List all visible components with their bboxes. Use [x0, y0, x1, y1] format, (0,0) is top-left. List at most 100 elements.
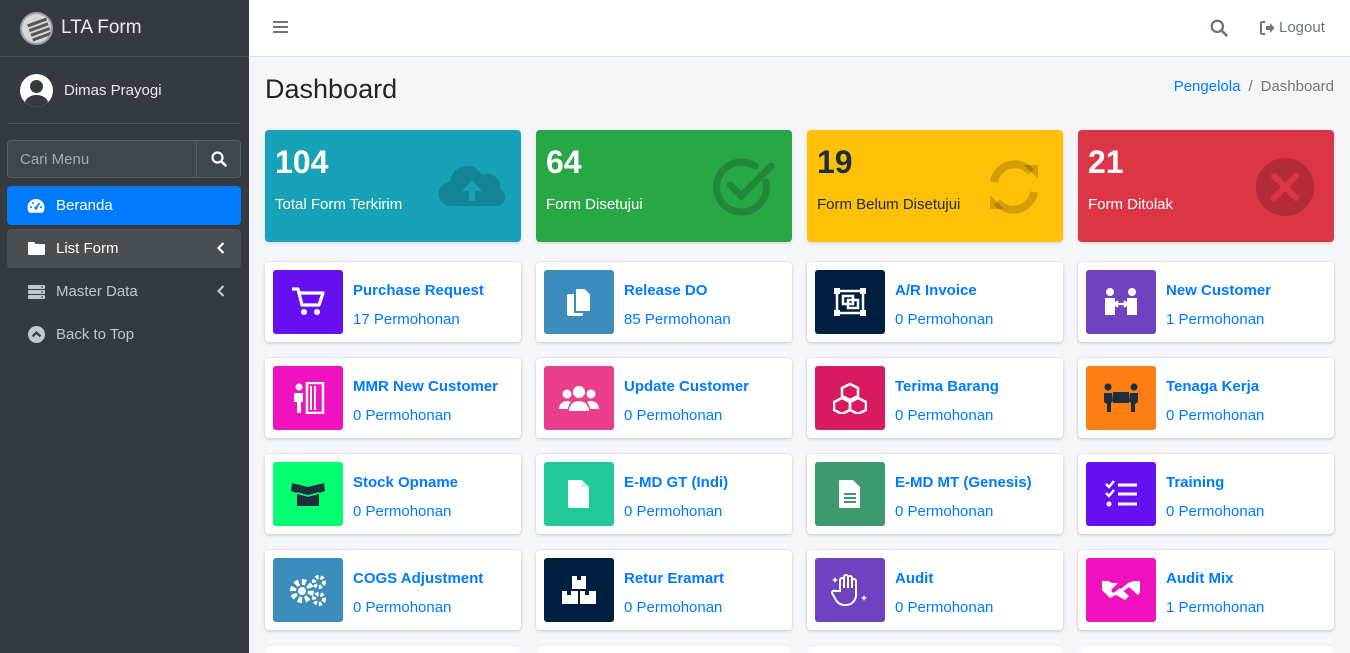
stat-box-form-disetujui[interactable]: 64 Form Disetujui	[536, 130, 792, 242]
sidebar-nav: Beranda List Form Master Data Back to To…	[7, 186, 241, 358]
menu-toggle-icon[interactable]	[273, 21, 288, 35]
form-card-title[interactable]: E-MD MT (Genesis)	[895, 474, 1032, 491]
form-card-title[interactable]: Audit	[895, 570, 933, 587]
breadcrumb: Pengelola / Dashboard	[1174, 78, 1334, 95]
sidebar-item-list-form[interactable]: List Form	[7, 229, 241, 268]
form-card-title[interactable]: COGS Adjustment	[353, 570, 483, 587]
form-card-audit-mix[interactable]: Audit Mix 1 Permohonan	[1078, 550, 1334, 630]
hand-sparkles-icon	[815, 558, 885, 622]
form-card-title[interactable]: Update Customer	[624, 378, 749, 395]
form-card-count[interactable]: 0 Permohonan	[1166, 503, 1264, 520]
form-card-count[interactable]: 0 Permohonan	[895, 407, 993, 424]
form-card-count[interactable]: 85 Permohonan	[624, 311, 731, 328]
form-card-audit[interactable]: Audit 0 Permohonan	[807, 550, 1063, 630]
sidebar-search-input[interactable]	[7, 140, 196, 178]
form-card-mmr-new-customer[interactable]: MMR New Customer 0 Permohonan	[265, 358, 521, 438]
stat-box-form-ditolak[interactable]: 21 Form Ditolak	[1078, 130, 1334, 242]
form-card-cogs-adjustment[interactable]: COGS Adjustment 0 Permohonan	[265, 550, 521, 630]
form-card-partial	[265, 646, 521, 653]
user-avatar-icon	[20, 73, 53, 107]
form-card-title[interactable]: MMR New Customer	[353, 378, 498, 395]
sidebar-item-beranda[interactable]: Beranda	[7, 186, 241, 225]
sidebar-item-master-data[interactable]: Master Data	[7, 272, 241, 311]
brand-link[interactable]: LTA Form	[0, 0, 249, 57]
stat-box-form-belum-disetujui[interactable]: 19 Form Belum Disetujui	[807, 130, 1063, 242]
form-card-count[interactable]: 0 Permohonan	[1166, 407, 1264, 424]
sidebar-search	[7, 140, 241, 178]
sidebar-item-label: Master Data	[56, 283, 138, 300]
breadcrumb-separator: /	[1248, 78, 1253, 95]
brand-logo	[20, 11, 53, 45]
sidebar-item-label: List Form	[56, 240, 119, 257]
topbar: Logout	[249, 0, 1350, 57]
chevron-left-icon	[217, 285, 225, 297]
form-card-count[interactable]: 17 Permohonan	[353, 311, 460, 328]
form-card-emd-gt-indi[interactable]: E-MD GT (Indi) 0 Permohonan	[536, 454, 792, 534]
form-card-count[interactable]: 0 Permohonan	[624, 599, 722, 616]
form-card-count[interactable]: 0 Permohonan	[895, 503, 993, 520]
check-circle-icon	[713, 158, 775, 216]
user-name: Dimas Prayogi	[64, 81, 162, 99]
breadcrumb-link-pengelola[interactable]: Pengelola	[1174, 78, 1241, 95]
form-card-emd-mt-genesis[interactable]: E-MD MT (Genesis) 0 Permohonan	[807, 454, 1063, 534]
handshake-icon	[1086, 558, 1156, 622]
sidebar-search-button[interactable]	[196, 140, 241, 178]
sidebar-item-back-to-top[interactable]: Back to Top	[7, 315, 241, 354]
form-card-new-customer[interactable]: New Customer 1 Permohonan	[1078, 262, 1334, 342]
form-card-title[interactable]: Purchase Request	[353, 282, 484, 299]
file-icon	[544, 462, 614, 526]
cubes-icon	[815, 366, 885, 430]
form-card-count[interactable]: 0 Permohonan	[353, 407, 451, 424]
stat-value: 64	[546, 144, 582, 180]
form-card-count[interactable]: 0 Permohonan	[353, 503, 451, 520]
times-circle-icon	[1256, 158, 1314, 216]
form-card-title[interactable]: Release DO	[624, 282, 707, 299]
sidebar: LTA Form Dimas Prayogi Beranda List Form	[0, 0, 249, 653]
form-card-count[interactable]: 0 Permohonan	[353, 599, 451, 616]
form-card-count[interactable]: 0 Permohonan	[895, 311, 993, 328]
form-card-update-customer[interactable]: Update Customer 0 Permohonan	[536, 358, 792, 438]
breadcrumb-current: Dashboard	[1260, 78, 1334, 95]
form-card-count[interactable]: 0 Permohonan	[895, 599, 993, 616]
form-card-retur-eramart[interactable]: Retur Eramart 0 Permohonan	[536, 550, 792, 630]
form-card-title[interactable]: A/R Invoice	[895, 282, 977, 299]
form-card-stock-opname[interactable]: Stock Opname 0 Permohonan	[265, 454, 521, 534]
form-card-title[interactable]: Audit Mix	[1166, 570, 1234, 587]
form-card-tenaga-kerja[interactable]: Tenaga Kerja 0 Permohonan	[1078, 358, 1334, 438]
form-card-release-do[interactable]: Release DO 85 Permohonan	[536, 262, 792, 342]
copy-icon	[544, 270, 614, 334]
stat-value: 104	[275, 144, 329, 180]
form-card-count[interactable]: 1 Permohonan	[1166, 311, 1264, 328]
form-card-count[interactable]: 1 Permohonan	[1166, 599, 1264, 616]
form-card-title[interactable]: New Customer	[1166, 282, 1271, 299]
form-card-partial	[807, 646, 1063, 653]
stat-label: Form Belum Disetujui	[817, 196, 961, 213]
boxes-icon	[544, 558, 614, 622]
logout-button[interactable]: Logout	[1260, 19, 1325, 36]
form-card-ar-invoice[interactable]: A/R Invoice 0 Permohonan	[807, 262, 1063, 342]
user-panel[interactable]: Dimas Prayogi	[8, 57, 241, 124]
cart-icon	[273, 270, 343, 334]
form-card-purchase-request[interactable]: Purchase Request 17 Permohonan	[265, 262, 521, 342]
box-open-icon	[273, 462, 343, 526]
form-card-title[interactable]: Tenaga Kerja	[1166, 378, 1259, 395]
object-group-icon	[815, 270, 885, 334]
brand-title: LTA Form	[61, 17, 142, 38]
form-card-partial	[536, 646, 792, 653]
file-alt-icon	[815, 462, 885, 526]
sync-icon	[990, 160, 1038, 214]
stat-box-total-form[interactable]: 104 Total Form Terkirim	[265, 130, 521, 242]
stat-label: Form Disetujui	[546, 196, 643, 213]
form-card-title[interactable]: Stock Opname	[353, 474, 458, 491]
cloud-upload-icon	[438, 165, 505, 207]
form-card-count[interactable]: 0 Permohonan	[624, 503, 722, 520]
form-card-title[interactable]: Terima Barang	[895, 378, 999, 395]
search-icon	[210, 151, 227, 167]
form-card-title[interactable]: Retur Eramart	[624, 570, 724, 587]
form-card-title[interactable]: E-MD GT (Indi)	[624, 474, 728, 491]
form-card-terima-barang[interactable]: Terima Barang 0 Permohonan	[807, 358, 1063, 438]
form-card-title[interactable]: Training	[1166, 474, 1224, 491]
form-card-training[interactable]: Training 0 Permohonan	[1078, 454, 1334, 534]
topbar-search-button[interactable]	[1210, 19, 1228, 42]
form-card-count[interactable]: 0 Permohonan	[624, 407, 722, 424]
